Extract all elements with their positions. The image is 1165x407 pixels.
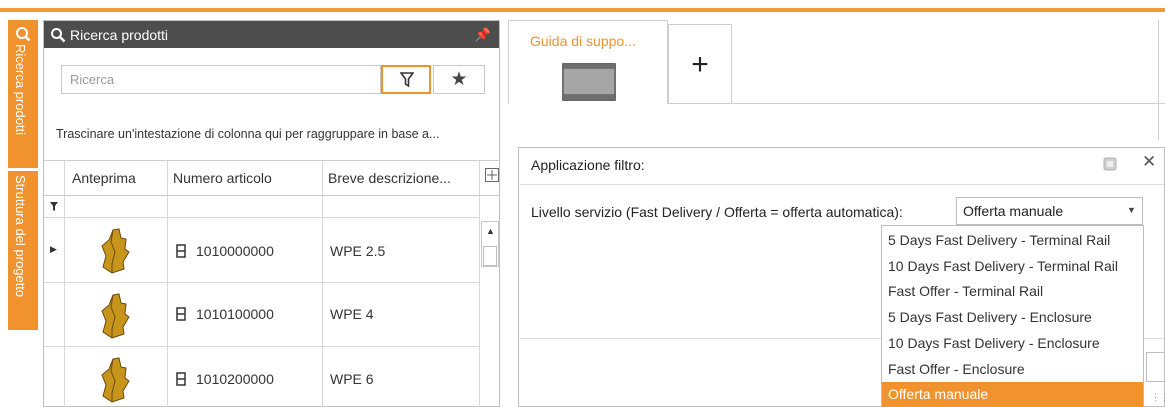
dropdown-option[interactable]: 10 Days Fast Delivery - Terminal Rail: [882, 254, 1143, 279]
tab-support-guide[interactable]: Guida di suppo...: [508, 20, 668, 104]
short-description: WPE 6: [330, 371, 374, 387]
resize-grip-icon[interactable]: ⋮⋮: [1151, 392, 1165, 403]
product-preview-thumbnail: [101, 228, 130, 274]
article-icon: [176, 244, 186, 258]
dropdown-option[interactable]: 5 Days Fast Delivery - Terminal Rail: [882, 228, 1143, 253]
rail-preview-icon: [562, 63, 616, 101]
filter-row-icon[interactable]: [50, 202, 58, 211]
short-description: WPE 4: [330, 306, 374, 322]
product-preview-thumbnail: [101, 357, 130, 403]
star-icon: ★: [450, 69, 468, 90]
service-level-select[interactable]: Offerta manuale ▼: [956, 197, 1143, 225]
article-number: 1010200000: [196, 371, 274, 387]
dropdown-option[interactable]: Fast Offer - Enclosure: [882, 357, 1143, 382]
service-level-dropdown: 5 Days Fast Delivery - Terminal Rail 10 …: [881, 225, 1144, 407]
row-indicator-icon: ▶: [50, 244, 57, 254]
service-level-label: Livello servizio (Fast Delivery / Offert…: [531, 204, 903, 220]
chevron-down-icon[interactable]: ▼: [1127, 205, 1136, 215]
scroll-up-icon[interactable]: ▲: [486, 226, 495, 236]
article-icon: [176, 307, 186, 321]
panel-header: Ricerca prodotti 📌: [44, 21, 499, 48]
short-description: WPE 2.5: [330, 243, 386, 259]
close-icon[interactable]: ✕: [1142, 152, 1156, 172]
filter-button[interactable]: [381, 65, 431, 94]
article-number: 1010100000: [196, 306, 274, 322]
column-header-article-number[interactable]: Numero articolo: [173, 170, 272, 186]
panel-title: Ricerca prodotti: [70, 26, 169, 43]
dialog-title: Applicazione filtro:: [531, 157, 645, 173]
product-search-panel: Ricerca prodotti 📌 ★ Trascinare un'intes…: [43, 20, 500, 407]
add-tab-button[interactable]: +: [668, 24, 732, 104]
search-icon: [51, 27, 66, 42]
product-preview-thumbnail: [101, 293, 130, 339]
dropdown-option[interactable]: 5 Days Fast Delivery - Enclosure: [882, 305, 1143, 330]
group-by-hint: Trascinare un'intestazione di colonna qu…: [56, 127, 440, 141]
divider: [1158, 20, 1159, 140]
filter-icon: [400, 72, 414, 88]
vertical-scrollbar[interactable]: ▲: [481, 221, 499, 267]
divider: [520, 184, 1164, 185]
column-header-preview[interactable]: Anteprima: [72, 170, 136, 186]
side-tabs: Ricerca prodotti Struttura del progetto: [8, 20, 38, 330]
restore-window-icon[interactable]: [1102, 156, 1118, 172]
side-tab-project-structure[interactable]: Struttura del progetto: [8, 171, 38, 330]
side-tab-product-search[interactable]: Ricerca prodotti: [8, 20, 38, 168]
column-chooser-icon[interactable]: [485, 168, 499, 182]
favorites-button[interactable]: ★: [433, 65, 485, 94]
product-grid: Anteprima Numero articolo Breve descrizi…: [44, 160, 499, 407]
column-header-short-description[interactable]: Breve descrizione...: [328, 170, 451, 186]
tabs-baseline: [668, 103, 1165, 104]
search-input[interactable]: [61, 65, 381, 94]
article-icon: [176, 372, 186, 386]
dialog-footer-button[interactable]: [1146, 352, 1165, 382]
dropdown-option[interactable]: 10 Days Fast Delivery - Enclosure: [882, 331, 1143, 356]
service-level-selected-value: Offerta manuale: [963, 203, 1064, 219]
dropdown-option[interactable]: Fast Offer - Terminal Rail: [882, 279, 1143, 304]
scrollbar-thumb[interactable]: [483, 246, 497, 266]
pin-icon[interactable]: 📌: [475, 27, 491, 43]
search-icon: [16, 27, 31, 42]
top-accent-line: [0, 8, 1165, 12]
side-tab-product-search-label: Ricerca prodotti: [13, 44, 28, 136]
tab-support-guide-label: Guida di suppo...: [530, 33, 636, 49]
side-tab-project-structure-label: Struttura del progetto: [13, 175, 28, 298]
article-number: 1010000000: [196, 243, 274, 259]
dropdown-option-selected[interactable]: Offerta manuale: [882, 382, 1143, 407]
